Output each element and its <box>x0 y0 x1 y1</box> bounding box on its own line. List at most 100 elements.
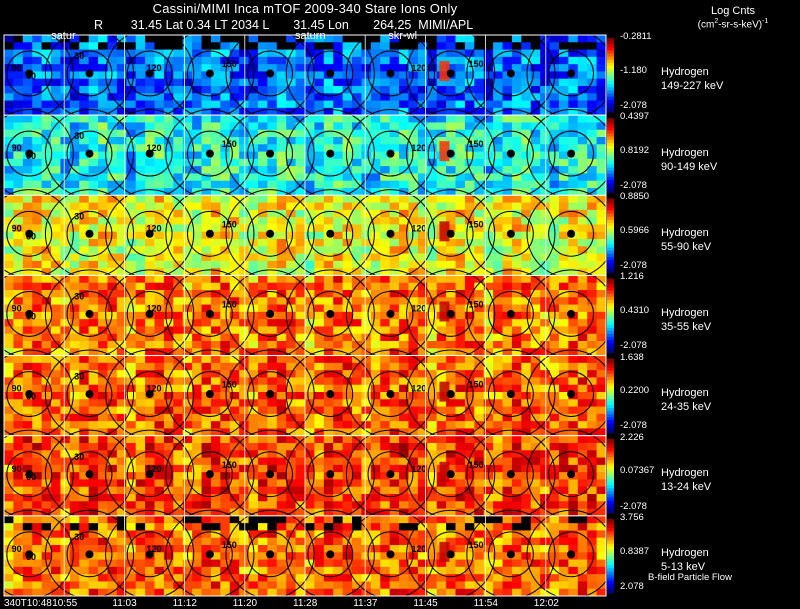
colorbar-segment <box>607 164 614 169</box>
colorbar-segment <box>607 183 614 187</box>
planet-marker <box>386 470 395 479</box>
planet-marker <box>266 470 275 479</box>
colorbar-segment <box>607 161 614 165</box>
colorbar-segment <box>607 327 614 332</box>
planet-marker <box>266 390 275 399</box>
colorbar-segment <box>607 395 614 400</box>
time-tick-label: 11:37 <box>353 598 378 609</box>
colorbar-cmid-label: 0.5966 <box>620 224 650 236</box>
colorbar-segment <box>607 127 614 131</box>
planet-marker <box>326 69 335 78</box>
colorbar-segment <box>607 420 614 424</box>
contour-label: 120 <box>411 544 426 554</box>
colorbar-segment <box>607 139 614 144</box>
contour-label: 30 <box>74 532 84 542</box>
contour-label: 90 <box>12 63 22 73</box>
colorbar-segment <box>607 219 614 224</box>
planet-marker <box>326 470 335 479</box>
colorbar-segment <box>607 549 614 554</box>
colorbar-segment <box>607 179 614 184</box>
contour-label: 120 <box>146 464 161 474</box>
colorbar-segment <box>607 300 614 304</box>
colorbar-segment <box>607 528 614 532</box>
colorbar-segment <box>607 41 614 45</box>
colorbar-segment <box>607 571 614 575</box>
colorbar-cmax-label: 2.226 <box>620 431 644 443</box>
colorbar-segment <box>607 380 614 384</box>
panel-species-label: Hydrogen <box>661 226 709 239</box>
colorbar-segment <box>607 306 614 310</box>
colorbar-segment <box>607 247 614 252</box>
contour-label: 120 <box>146 544 161 554</box>
time-tick-label: 11:12 <box>172 598 197 609</box>
colorbar-segment <box>607 586 614 591</box>
colorbar-cmin-label: -2.078 <box>620 420 647 432</box>
contour-label: 150 <box>469 380 484 390</box>
contour-label: 120 <box>411 63 426 73</box>
colorbar-segment <box>607 263 614 267</box>
planet-marker <box>266 309 275 318</box>
colorbar-segment <box>607 170 614 175</box>
colorbar-segment <box>607 109 614 113</box>
colorbar-segment <box>607 377 614 381</box>
colorbar-segment <box>607 361 614 366</box>
panel-energy-label: 90-149 keV <box>661 160 718 173</box>
colorbar-segment <box>607 466 614 471</box>
colorbar-segment <box>607 303 614 307</box>
colorbar-segment <box>607 173 614 178</box>
contour-label: 120 <box>146 384 161 394</box>
colorbar-segment <box>607 142 614 147</box>
colorbar-segment <box>607 253 614 258</box>
colorbar-segment <box>607 75 614 79</box>
time-tick-label: 11:03 <box>112 598 137 609</box>
contour-label: 150 <box>222 460 237 470</box>
colorbar-segment <box>607 102 614 107</box>
planet-marker <box>205 309 214 318</box>
contour-label: 150 <box>222 139 237 149</box>
colorbar-segment <box>607 201 614 205</box>
colorbar-segment <box>607 562 614 566</box>
planet-marker <box>506 550 515 559</box>
orbit-info: R 31.45 Lat 0.34 LT 2034 L 31.45 Lon 264… <box>94 18 474 32</box>
colorbar-cmid-label: 0.8387 <box>620 545 650 557</box>
colorbar-segment <box>607 411 614 415</box>
planet-marker <box>386 309 395 318</box>
planet-marker <box>85 229 94 238</box>
colorbar-segment <box>607 241 614 246</box>
planet-marker <box>85 69 94 78</box>
colorbar-segment <box>607 552 614 557</box>
panel-species-label: Hydrogen <box>661 387 709 400</box>
planet-marker <box>567 229 576 238</box>
colorbar-segment <box>607 374 614 378</box>
colorbar-segment <box>607 574 614 579</box>
colorbar-segment <box>607 260 614 264</box>
colorbar-segment <box>607 284 614 289</box>
planet-marker <box>386 229 395 238</box>
planet-marker <box>205 390 214 399</box>
colorbar-segment <box>607 577 614 582</box>
colorbar-segment <box>607 364 614 369</box>
planet-marker <box>326 390 335 399</box>
contour-label: 90 <box>12 223 22 233</box>
contour-label: 150 <box>469 139 484 149</box>
colorbar-segment <box>607 167 614 172</box>
colorbar-cmax-label: 0.4397 <box>620 111 650 123</box>
colorbar-segment <box>607 38 614 42</box>
colorbar-segment <box>607 296 614 301</box>
contour-label: 150 <box>469 540 484 550</box>
colorbar-segment <box>607 447 614 452</box>
contour-label: 60 <box>26 231 36 241</box>
planet-marker <box>205 550 214 559</box>
colorbar-segment <box>607 176 614 181</box>
colorbar-segment <box>607 408 614 412</box>
contour-label: 120 <box>146 303 161 313</box>
panel-energy-label: 13-24 keV <box>661 481 712 494</box>
colorbar-segment <box>607 488 614 492</box>
colorbar-segment <box>607 358 614 363</box>
planet-marker <box>446 309 455 318</box>
contour-label: 150 <box>222 299 237 309</box>
contour-label: 60 <box>26 151 36 161</box>
planet-marker <box>567 309 576 318</box>
colorbar-segment <box>607 318 614 323</box>
panel-energy-label: 24-35 keV <box>661 401 712 414</box>
